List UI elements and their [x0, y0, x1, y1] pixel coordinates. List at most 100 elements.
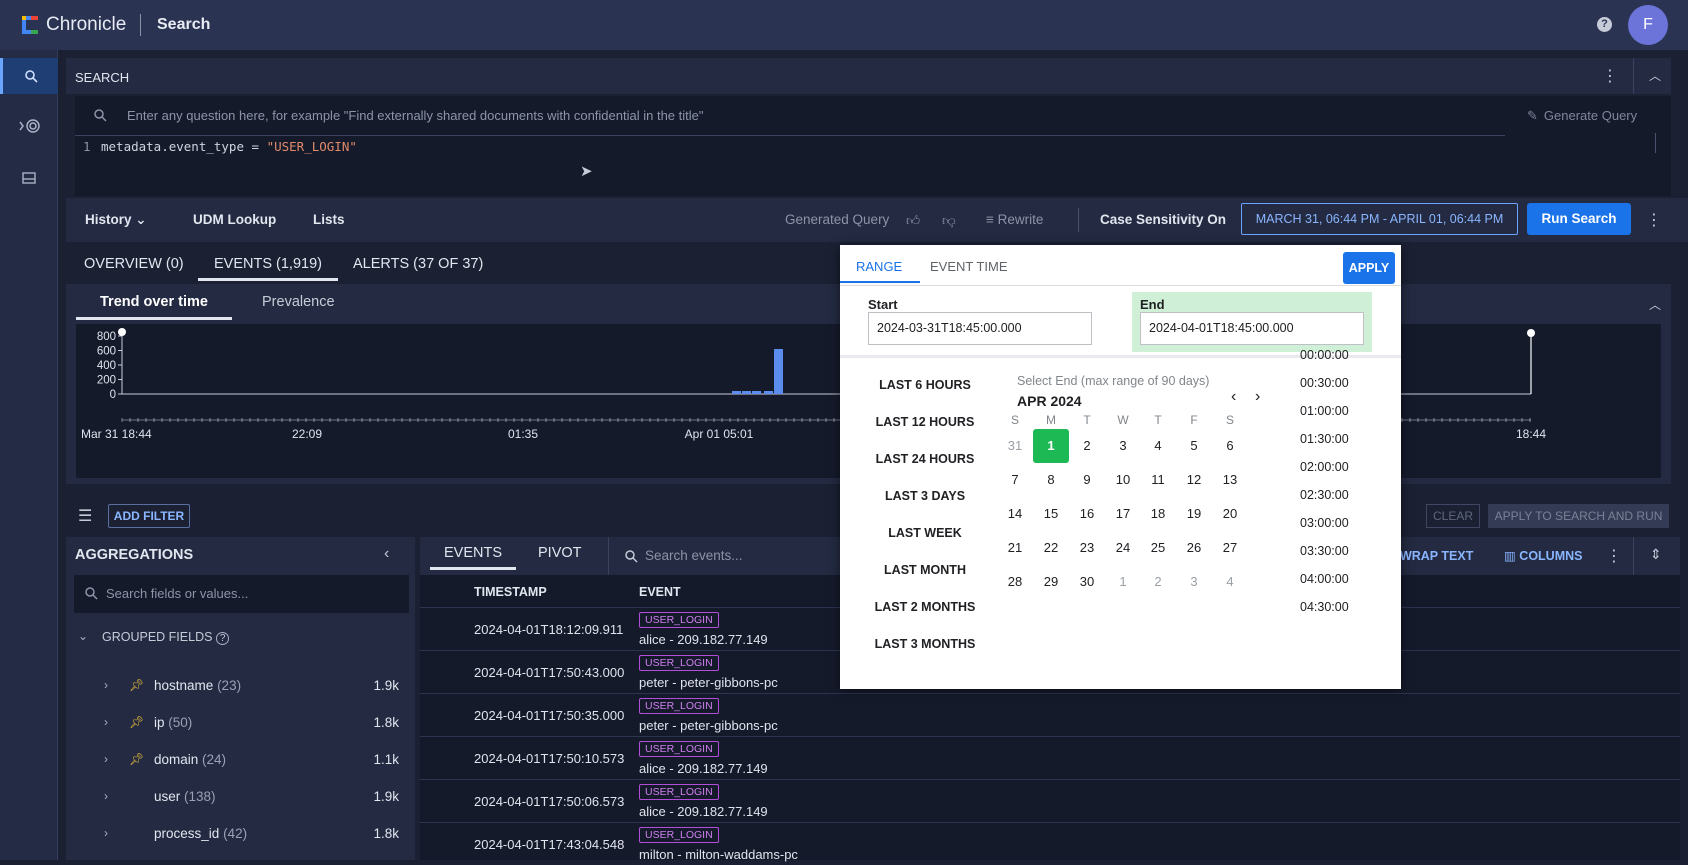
- more-vert-icon[interactable]: ⋮: [1606, 546, 1622, 566]
- query-text[interactable]: metadata.event_type = "USER_LOGIN": [101, 139, 357, 154]
- table-row[interactable]: 2024-04-01T17:50:06.573 USER_LOGIN alice -…: [420, 779, 1680, 822]
- rewrite-button[interactable]: ≡ Rewrite: [986, 212, 1043, 227]
- nav-search-icon[interactable]: [0, 58, 58, 94]
- nav-detection-icon[interactable]: [0, 108, 58, 144]
- collapse-icon[interactable]: ︿: [1649, 67, 1661, 84]
- calendar-day[interactable]: 5: [1176, 429, 1212, 463]
- calendar-day[interactable]: 28: [997, 565, 1033, 599]
- calendar-day[interactable]: 17: [1105, 497, 1141, 531]
- calendar-day[interactable]: 2: [1140, 565, 1176, 599]
- calendar-day[interactable]: 13: [1212, 463, 1248, 497]
- help-outline-icon[interactable]: ?: [215, 632, 230, 645]
- time-option[interactable]: 03:00:00: [1300, 516, 1349, 530]
- time-option[interactable]: 04:30:00: [1300, 600, 1349, 614]
- calendar-day[interactable]: 31: [997, 429, 1033, 463]
- preset-option[interactable]: LAST 12 HOURS: [850, 415, 1000, 429]
- calendar-day[interactable]: 9: [1069, 463, 1105, 497]
- preset-option[interactable]: LAST 6 HOURS: [850, 378, 1000, 392]
- chevron-down-icon[interactable]: ⌄: [78, 629, 88, 643]
- tab-pivot[interactable]: PIVOT: [538, 545, 582, 561]
- grouped-fields-label[interactable]: GROUPED FIELDS ?: [102, 630, 230, 645]
- calendar-day[interactable]: 6: [1212, 429, 1248, 463]
- aggregation-row[interactable]: › 📌︎ hostname (23) 1.9k: [66, 668, 415, 708]
- tab-range[interactable]: RANGE: [856, 259, 902, 274]
- calendar-day[interactable]: 24: [1105, 531, 1141, 565]
- tab-event-time[interactable]: EVENT TIME: [930, 259, 1008, 274]
- time-option[interactable]: 00:30:00: [1300, 376, 1349, 390]
- calendar-day[interactable]: 15: [1033, 497, 1069, 531]
- time-option[interactable]: 00:00:00: [1300, 348, 1349, 362]
- date-range-button[interactable]: MARCH 31, 06:44 PM - APRIL 01, 06:44 PM: [1241, 203, 1518, 235]
- history-dropdown[interactable]: History ⌄: [85, 212, 147, 228]
- avatar[interactable]: F: [1628, 5, 1668, 45]
- calendar-day[interactable]: 10: [1105, 463, 1141, 497]
- apply-button[interactable]: APPLY: [1343, 252, 1395, 284]
- tab-prevalence[interactable]: Prevalence: [262, 294, 335, 310]
- calendar-day[interactable]: 18: [1140, 497, 1176, 531]
- chevron-right-icon[interactable]: ›: [1255, 388, 1260, 406]
- aggregation-row[interactable]: › process_id (42) 1.8k: [66, 816, 415, 856]
- pin-icon[interactable]: 📌︎: [129, 715, 144, 729]
- preset-option[interactable]: LAST 3 DAYS: [850, 489, 1000, 503]
- calendar-day[interactable]: 19: [1176, 497, 1212, 531]
- selected-day[interactable]: 1: [1033, 429, 1069, 463]
- aggregations-search-input[interactable]: Search fields or values...: [74, 575, 409, 613]
- chevron-right-icon[interactable]: ›: [104, 715, 108, 729]
- calendar-day[interactable]: 26: [1176, 531, 1212, 565]
- chevron-left-icon[interactable]: ‹: [1231, 388, 1236, 406]
- help-icon[interactable]: ?: [1597, 17, 1612, 32]
- calendar-day[interactable]: 3: [1176, 565, 1212, 599]
- table-row[interactable]: 2024-04-01T17:50:10.573 USER_LOGIN alice -…: [420, 736, 1680, 779]
- add-filter-button[interactable]: ADD FILTER: [108, 504, 190, 528]
- calendar-day[interactable]: 12: [1176, 463, 1212, 497]
- tab-overview[interactable]: OVERVIEW (0): [84, 256, 184, 272]
- time-option[interactable]: 02:30:00: [1300, 488, 1349, 502]
- pin-icon[interactable]: 📌︎: [129, 678, 144, 692]
- calendar-day[interactable]: 27: [1212, 531, 1248, 565]
- calendar-day[interactable]: 4: [1212, 565, 1248, 599]
- time-option[interactable]: 02:00:00: [1300, 460, 1349, 474]
- calendar-day[interactable]: 11: [1140, 463, 1176, 497]
- more-vert-icon[interactable]: ⋮: [1602, 66, 1618, 86]
- expand-icon[interactable]: ⇕: [1650, 546, 1662, 563]
- events-search-input[interactable]: Search events...: [645, 548, 743, 563]
- columns-button[interactable]: ▥ COLUMNS: [1504, 548, 1583, 563]
- thumbs-up-icon[interactable]: 👍︎: [906, 212, 920, 229]
- more-vert-icon[interactable]: ⋮: [1646, 210, 1662, 230]
- generate-query-button[interactable]: ✎ Generate Query: [1527, 108, 1637, 124]
- calendar-day[interactable]: 23: [1069, 531, 1105, 565]
- calendar-day[interactable]: 25: [1140, 531, 1176, 565]
- thumbs-down-icon[interactable]: 👎︎: [942, 212, 956, 229]
- chevron-right-icon[interactable]: ›: [104, 752, 108, 766]
- column-header-timestamp[interactable]: TIMESTAMP: [474, 585, 547, 599]
- natural-language-query[interactable]: Enter any question here, for example "Fi…: [75, 96, 1505, 136]
- preset-option[interactable]: LAST 2 MONTHS: [850, 600, 1000, 614]
- case-sensitivity-toggle[interactable]: Case Sensitivity On: [1100, 212, 1226, 227]
- aggregation-row[interactable]: › 📌︎ ip (50) 1.8k: [66, 705, 415, 745]
- preset-option[interactable]: LAST WEEK: [850, 526, 1000, 540]
- calendar-day[interactable]: 14: [997, 497, 1033, 531]
- calendar-day[interactable]: 30: [1069, 565, 1105, 599]
- calendar-day[interactable]: 3: [1105, 429, 1141, 463]
- start-date-input[interactable]: 2024-03-31T18:45:00.000: [868, 312, 1092, 345]
- calendar-day[interactable]: 21: [997, 531, 1033, 565]
- time-option[interactable]: 03:30:00: [1300, 544, 1349, 558]
- calendar-day[interactable]: 1: [1105, 565, 1141, 599]
- calendar-day[interactable]: 2: [1069, 429, 1105, 463]
- calendar-day[interactable]: 29: [1033, 565, 1069, 599]
- clear-button[interactable]: CLEAR: [1426, 504, 1480, 528]
- chevron-right-icon[interactable]: ›: [104, 826, 108, 840]
- time-option[interactable]: 04:00:00: [1300, 572, 1349, 586]
- table-row[interactable]: 2024-04-01T17:43:04.548 USER_LOGIN milton …: [420, 822, 1680, 865]
- lists-button[interactable]: Lists: [313, 212, 345, 227]
- tab-trend-over-time[interactable]: Trend over time: [76, 294, 232, 320]
- chevron-right-icon[interactable]: ›: [104, 789, 108, 803]
- calendar-day[interactable]: 4: [1140, 429, 1176, 463]
- nav-inbox-icon[interactable]: [0, 160, 58, 196]
- scrollbar[interactable]: [1655, 133, 1656, 153]
- end-date-input[interactable]: 2024-04-01T18:45:00.000: [1140, 312, 1364, 345]
- calendar-day[interactable]: 16: [1069, 497, 1105, 531]
- collapse-icon[interactable]: ︿: [1649, 296, 1661, 313]
- tab-events-list[interactable]: EVENTS: [430, 545, 517, 570]
- time-option[interactable]: 01:30:00: [1300, 432, 1349, 446]
